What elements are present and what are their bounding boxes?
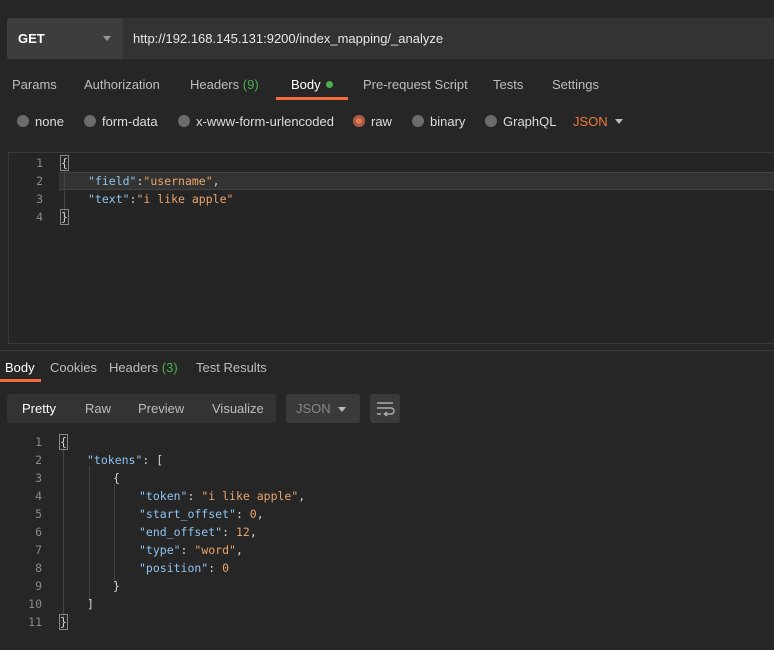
response-tab-test-results[interactable]: Test Results — [196, 360, 267, 375]
response-tab-headers-count: (3) — [161, 360, 178, 375]
response-tabs: Body Cookies Headers (3) Test Results — [0, 357, 774, 383]
line-number: 11 — [28, 615, 42, 629]
method-select[interactable]: GET — [7, 18, 123, 59]
line-number: 3 — [36, 192, 43, 206]
tab-tests[interactable]: Tests — [493, 77, 523, 92]
request-url-bar: GET http://192.168.145.131:9200/index_ma… — [7, 18, 774, 59]
request-body-editor[interactable]: 1 2 3 4 { "field":"username", "text":"i … — [8, 152, 774, 344]
view-mode-bar: Pretty Raw Preview Visualize — [7, 394, 276, 423]
json-number: 0 — [249, 507, 257, 521]
radio-selected-icon — [353, 115, 365, 127]
line-number: 4 — [36, 210, 43, 224]
json-key: "type" — [139, 543, 181, 557]
radio-graphql-label: GraphQL — [503, 114, 557, 129]
json-brace: { — [59, 434, 68, 450]
tab-headers-count: (9) — [242, 77, 259, 92]
line-number: 3 — [35, 471, 42, 485]
radio-binary-label: binary — [430, 114, 466, 129]
radio-form-data-label: form-data — [102, 114, 158, 129]
view-pretty-button[interactable]: Pretty — [22, 401, 56, 416]
json-brace: } — [59, 614, 68, 630]
json-brace: { — [60, 155, 69, 171]
tab-headers-label: Headers — [190, 77, 240, 92]
tab-settings[interactable]: Settings — [552, 77, 599, 92]
tab-body-label: Body — [291, 77, 321, 92]
indent-guide — [63, 448, 64, 620]
line-number: 9 — [35, 579, 42, 593]
view-visualize-button[interactable]: Visualize — [212, 401, 264, 416]
radio-circle-icon — [84, 115, 96, 127]
radio-raw-label: raw — [371, 114, 392, 129]
json-brace: } — [60, 209, 69, 225]
tab-settings-label: Settings — [552, 77, 599, 92]
view-preview-button[interactable]: Preview — [138, 401, 184, 416]
radio-circle-icon — [178, 115, 190, 127]
json-key: "field" — [88, 174, 137, 188]
line-number: 8 — [35, 561, 42, 575]
radio-circle-icon — [485, 115, 497, 127]
line-number: 2 — [35, 453, 42, 467]
tab-params-label: Params — [12, 77, 57, 92]
tab-params[interactable]: Params — [12, 77, 57, 92]
json-string: "i like apple" — [201, 489, 299, 503]
response-tab-cookies[interactable]: Cookies — [50, 360, 97, 375]
line-number: 6 — [35, 525, 42, 539]
wrap-lines-button[interactable] — [370, 394, 400, 423]
active-tab-indicator — [276, 97, 348, 100]
tab-headers[interactable]: Headers (9) — [190, 77, 259, 92]
json-key: "text" — [88, 192, 130, 206]
response-format-label: JSON — [296, 401, 331, 416]
line-number: 1 — [36, 156, 43, 170]
request-tabs: Params Authorization Headers (9) Body Pr… — [0, 70, 774, 101]
json-string: "i like apple" — [136, 192, 234, 206]
response-body-viewer[interactable]: 1 2 3 4 5 6 7 8 9 10 11 { "tokens": [ { … — [8, 432, 774, 642]
json-key: "start_offset" — [139, 507, 236, 521]
chevron-down-icon — [103, 36, 111, 41]
chevron-down-icon — [338, 407, 346, 412]
radio-circle-icon — [412, 115, 424, 127]
line-number: 10 — [28, 597, 42, 611]
line-number: 4 — [35, 489, 42, 503]
indent-guide — [89, 466, 90, 602]
response-tab-headers-label: Headers — [109, 360, 159, 375]
response-tab-headers[interactable]: Headers (3) — [109, 360, 178, 375]
json-number: 0 — [222, 561, 230, 575]
method-label: GET — [18, 31, 45, 46]
tab-body[interactable]: Body — [291, 77, 333, 92]
view-raw-button[interactable]: Raw — [85, 401, 111, 416]
line-number: 1 — [35, 435, 42, 449]
line-number: 5 — [35, 507, 42, 521]
tab-tests-label: Tests — [493, 77, 524, 92]
response-format-select[interactable]: JSON — [286, 394, 360, 423]
tab-authorization[interactable]: Authorization — [84, 77, 160, 92]
tab-pre-request-script[interactable]: Pre-request Script — [363, 77, 468, 92]
radio-urlencoded-label: x-www-form-urlencoded — [196, 114, 334, 129]
json-string: "word" — [194, 543, 236, 557]
indent-guide — [114, 484, 115, 584]
json-key: "token" — [139, 489, 188, 503]
wrap-lines-icon — [377, 402, 395, 417]
json-string: "username" — [143, 174, 213, 188]
json-key: "tokens" — [87, 453, 143, 467]
line-number: 2 — [36, 174, 43, 188]
raw-format-select[interactable]: JSON — [573, 114, 608, 129]
tab-authorization-label: Authorization — [84, 77, 160, 92]
json-key: "position" — [139, 561, 209, 575]
line-number: 7 — [35, 543, 42, 557]
url-input[interactable]: http://192.168.145.131:9200/index_mappin… — [133, 31, 443, 46]
status-dot-icon — [325, 81, 333, 88]
active-response-tab-indicator — [0, 379, 41, 382]
json-key: "end_offset" — [139, 525, 223, 539]
radio-circle-icon — [17, 115, 29, 127]
body-type-options: none form-data x-www-form-urlencoded raw… — [0, 111, 774, 133]
pane-divider[interactable] — [0, 350, 774, 351]
radio-none-label: none — [35, 114, 64, 129]
json-number: 12 — [235, 525, 250, 539]
tab-pre-request-script-label: Pre-request Script — [363, 77, 468, 92]
chevron-down-icon[interactable] — [615, 119, 623, 124]
response-tab-body[interactable]: Body — [5, 360, 35, 375]
